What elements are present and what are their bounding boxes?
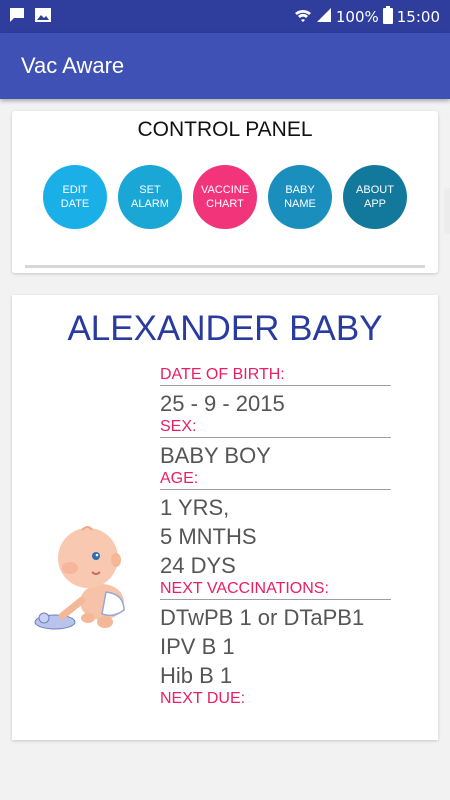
baby-name-button[interactable]: BABY NAME [268,165,332,229]
app-bar: Vac Aware [0,33,450,99]
app-title: Vac Aware [21,53,125,78]
control-panel-title: CONTROL PANEL [137,118,313,141]
control-panel-buttons: EDIT DATE SET ALARM VACCINE CHART BABY N… [43,165,407,229]
age-label: AGE: [160,470,391,490]
scroll-handle[interactable] [444,188,450,234]
battery-percent: 100% [335,8,379,26]
wifi-icon [294,7,312,27]
baby-name-heading: ALEXANDER BABY [67,309,383,348]
dob-value: 25 - 9 - 2015 [160,391,285,416]
next-due-label: NEXT DUE: [160,690,246,707]
sex-label: SEX: [160,418,391,438]
signal-icon [316,7,332,27]
about-app-button[interactable]: ABOUT APP [343,165,407,229]
profile-info: DATE OF BIRTH: 25 - 9 - 2015 SEX: BABY B… [160,366,391,709]
dob-label: DATE OF BIRTH: [160,366,391,386]
clock: 15:00 [396,8,440,26]
edit-date-button[interactable]: EDIT DATE [43,165,107,229]
set-alarm-button[interactable]: SET ALARM [118,165,182,229]
sex-value: BABY BOY [160,443,271,468]
battery-icon [382,6,393,28]
status-bar: 100% 15:00 [0,0,450,33]
next-vaccinations-label: NEXT VACCINATIONS: [160,580,391,600]
control-panel-divider [25,265,425,268]
age-value: 1 YRS, 5 MNTHS 24 DYS [160,495,257,578]
message-icon [8,7,26,27]
image-icon [34,7,52,27]
vaccine-chart-button[interactable]: VACCINE CHART [193,165,257,229]
baby-illustration [34,526,125,630]
next-vaccinations-value: DTwPB 1 or DTaPB1 IPV B 1 Hib B 1 [160,605,365,688]
